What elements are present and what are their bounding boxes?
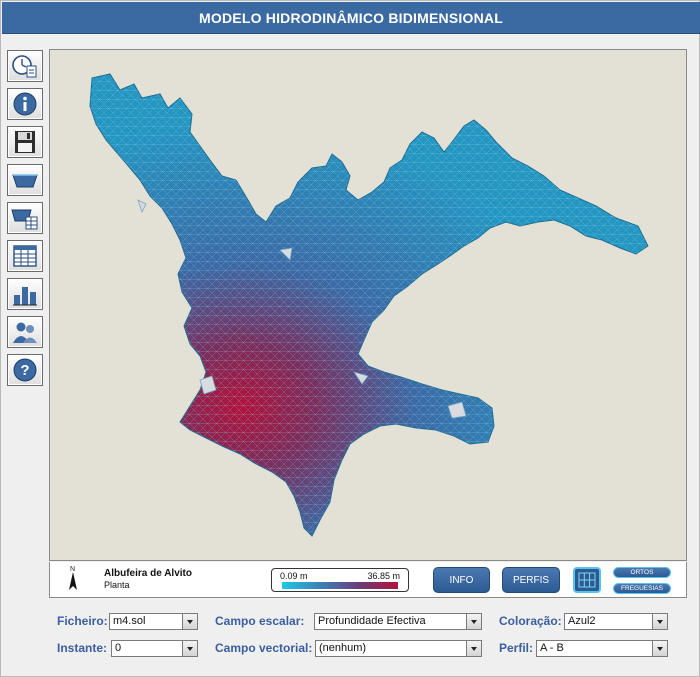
chevron-down-icon xyxy=(182,641,197,656)
app-window: MODELO HIDRODINÂMICO BIDIMENSIONAL ? N A… xyxy=(0,0,700,677)
reservoir-water-body xyxy=(89,73,649,537)
campo-escalar-select[interactable]: Profundidade Efectiva xyxy=(314,613,482,630)
cross-section-button[interactable] xyxy=(7,164,43,196)
left-toolbar: ? xyxy=(7,50,45,392)
coloracao-select[interactable]: Azul2 xyxy=(564,613,668,630)
save-disk-icon xyxy=(15,131,35,153)
perfil-label: Perfil: xyxy=(499,641,534,655)
instante-select[interactable]: 0 xyxy=(111,640,198,657)
ortos-button[interactable]: ORTOS xyxy=(613,567,671,578)
perfis-button[interactable]: PERFIS xyxy=(502,567,560,593)
info-button-map[interactable]: INFO xyxy=(433,567,490,593)
profile-table-button[interactable] xyxy=(7,202,43,234)
users-icon xyxy=(13,322,37,343)
map-canvas[interactable] xyxy=(49,49,687,561)
grid-icon xyxy=(578,572,596,588)
save-button[interactable] xyxy=(7,126,43,158)
legend-bar: N Albufeira de Alvito Planta 0.09 m 36.8… xyxy=(49,562,687,598)
bar-chart-button[interactable] xyxy=(7,278,43,310)
campo-vectorial-label: Campo vectorial: xyxy=(215,641,313,655)
reservoir-mesh-map xyxy=(89,73,649,537)
scale-max-label: 36.85 m xyxy=(367,571,400,581)
title-bar: MODELO HIDRODINÂMICO BIDIMENSIONAL xyxy=(2,2,700,34)
users-button[interactable] xyxy=(7,316,43,348)
app-title: MODELO HIDRODINÂMICO BIDIMENSIONAL xyxy=(199,10,503,26)
perfil-value: A - B xyxy=(540,642,564,654)
help-icon: ? xyxy=(13,358,37,382)
coloracao-label: Coloração: xyxy=(499,614,562,628)
grid-toggle-button[interactable] xyxy=(573,567,601,593)
spreadsheet-icon xyxy=(13,245,37,267)
ficheiro-select[interactable]: m4.sol xyxy=(109,613,198,630)
instante-label: Instante: xyxy=(57,641,108,655)
site-view-label: Planta xyxy=(104,580,130,590)
campo-escalar-value: Profundidade Efectiva xyxy=(318,615,426,627)
chevron-down-icon xyxy=(652,614,667,629)
chevron-down-icon xyxy=(466,614,481,629)
campo-vectorial-value: (nenhum) xyxy=(319,642,367,654)
bar-chart-icon xyxy=(13,287,37,306)
chevron-down-icon xyxy=(182,614,197,629)
spreadsheet-button[interactable] xyxy=(7,240,43,272)
site-name: Albufeira de Alvito xyxy=(104,568,192,579)
north-label: N xyxy=(70,566,76,573)
freguesias-button[interactable]: FREGUESIAS xyxy=(613,583,671,594)
profile-table-icon xyxy=(11,209,38,230)
scale-gradient xyxy=(282,582,398,589)
ficheiro-label: Ficheiro: xyxy=(57,614,108,628)
campo-vectorial-select[interactable]: (nenhum) xyxy=(315,640,482,657)
scale-min-label: 0.09 m xyxy=(280,571,308,581)
svg-text:?: ? xyxy=(20,362,29,379)
perfil-select[interactable]: A - B xyxy=(536,640,668,657)
color-scale: 0.09 m 36.85 m xyxy=(271,568,409,592)
instante-value: 0 xyxy=(115,642,122,654)
cross-section-icon xyxy=(12,174,38,188)
chevron-down-icon xyxy=(652,641,667,656)
coloracao-value: Azul2 xyxy=(568,615,596,627)
campo-escalar-label: Campo escalar: xyxy=(215,614,305,628)
help-button[interactable]: ? xyxy=(7,354,43,386)
info-button[interactable] xyxy=(7,88,43,120)
clock-document-icon xyxy=(12,55,37,78)
info-icon xyxy=(13,92,37,116)
chevron-down-icon xyxy=(466,641,481,656)
clock-document-button[interactable] xyxy=(7,50,43,82)
ficheiro-value: m4.sol xyxy=(113,615,146,627)
